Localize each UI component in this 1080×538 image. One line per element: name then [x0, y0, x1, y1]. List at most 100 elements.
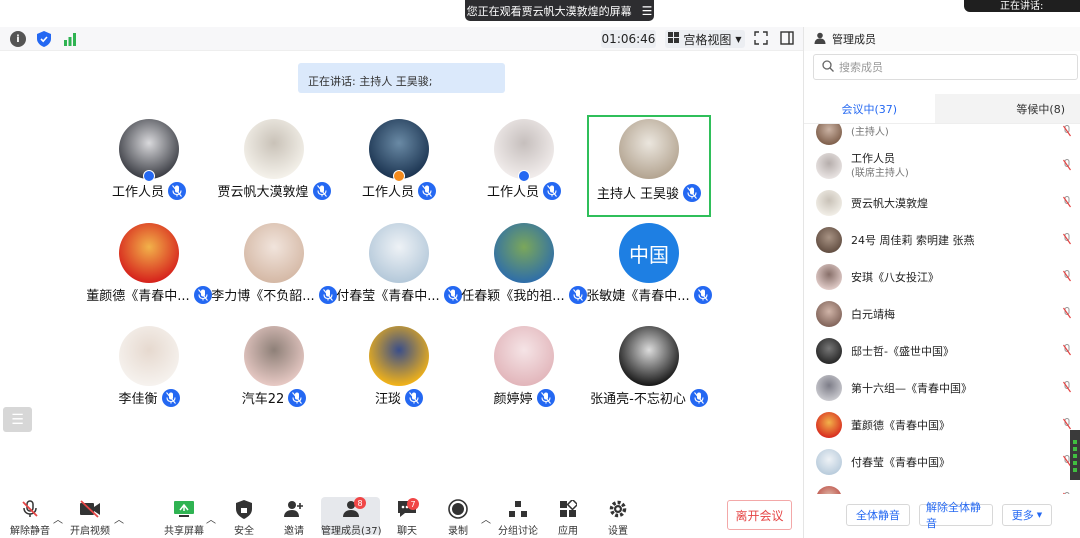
participant-tile[interactable]: 张通亮-不忘初心 [587, 322, 711, 424]
participant-name-row: 李力博《不负韶... [211, 285, 337, 304]
view-mode-button[interactable]: 宫格视图 ▼ [665, 30, 745, 48]
mic-muted-icon[interactable] [1063, 125, 1071, 140]
member-row[interactable]: 付春莹《青春中国》 [816, 447, 1071, 477]
member-info: 工作人员 (联席主持人) [851, 151, 909, 181]
leave-meeting-button[interactable]: 离开会议 [727, 500, 792, 530]
info-icon[interactable]: i [10, 31, 26, 47]
tab-in-meeting[interactable]: 会议中(37) [804, 94, 935, 123]
member-role: (联席主持人) [851, 168, 909, 179]
participant-tile[interactable]: 中国 张敏婕《青春中... [586, 219, 712, 321]
bottom-toolbar: 解除静音 ︿ 开启视频 ︿ 共享屏幕 ︿ 安全 邀请 8 管理成员(37) 7 … [0, 493, 803, 538]
mic-muted-icon[interactable] [1063, 344, 1071, 359]
mic-icon [568, 285, 587, 304]
start-video-button[interactable]: 开启视频 [60, 498, 120, 537]
participant-name-row: 汪琰 [337, 388, 461, 407]
members-tabs: 会议中(37) 等候中(8) [804, 94, 1080, 124]
signal-icon[interactable] [62, 31, 78, 47]
settings-button[interactable]: 设置 [588, 498, 648, 537]
member-row[interactable]: 第十六组—《青春中国》 [816, 373, 1071, 403]
participant-tile[interactable]: 颜婷婷 [462, 322, 586, 424]
unmute-label: 解除静音 [10, 526, 50, 537]
fullscreen-icon[interactable] [754, 31, 768, 48]
member-row[interactable]: 白元靖梅 [816, 299, 1071, 329]
invite-button[interactable]: 邀请 [264, 498, 324, 537]
unmute-all-button[interactable]: 解除全体静音 [919, 501, 993, 530]
avatar [494, 223, 554, 283]
member-row[interactable]: 董颜德《青春中国》 [816, 410, 1071, 440]
tab-waiting[interactable]: 等候中(8) [934, 94, 1080, 123]
participant-tile[interactable]: 工作人员 [337, 115, 461, 217]
search-icon [822, 59, 834, 75]
mic-muted-icon[interactable] [1063, 270, 1071, 285]
participant-tile[interactable]: 贾云帆大漠敦煌 [212, 115, 336, 217]
member-row[interactable]: 安琪《八女投江》 [816, 262, 1071, 292]
start-video-label: 开启视频 [70, 526, 110, 537]
member-name: 24号 周佳莉 索明建 张燕 [851, 233, 975, 247]
video-off-icon [60, 498, 120, 520]
menu-icon[interactable]: ☰ [642, 4, 653, 18]
mute-all-button[interactable]: 全体静音 [846, 504, 910, 526]
side-panel-icon[interactable] [780, 31, 794, 48]
participant-tile[interactable]: 工作人员 [462, 115, 586, 217]
mic-muted-icon[interactable] [1063, 233, 1071, 248]
participant-name: 主持人 王昊骏 [596, 187, 680, 202]
participant-name: 贾云帆大漠敦煌 [217, 185, 309, 200]
members-list: (主持人) 工作人员 (联席主持人) 贾云帆大漠敦煌 24号 周佳莉 索明建 张燕安琪《… [804, 124, 1080, 494]
record-button[interactable]: 录制 [428, 498, 488, 537]
active-speaker-badge: 正在讲话: 主持人 王昊骏; [298, 63, 505, 93]
member-role: (主持人) [851, 126, 889, 138]
member-row[interactable]: 邸士哲-《盛世中国》 [816, 336, 1071, 366]
gear-icon [588, 498, 648, 520]
shield-icon[interactable] [36, 31, 52, 47]
participant-tile[interactable]: 董颜德《青春中... [86, 219, 212, 321]
mic-muted-icon[interactable] [1063, 492, 1071, 494]
members-badge: 8 [354, 497, 366, 509]
share-screen-button[interactable]: 共享屏幕 [154, 498, 214, 537]
screen-share-banner[interactable]: 您正在观看贾云帆大漠敦煌的屏幕 ☰ [465, 0, 654, 21]
participant-tile[interactable]: 汽车22 [212, 322, 336, 424]
audio-level-meter [1070, 430, 1080, 480]
member-name: 白元靖梅 [851, 307, 895, 321]
manage-members-label: 管理成员(37) [321, 526, 382, 537]
participant-tile[interactable]: 李力博《不负韶... [211, 219, 337, 321]
participant-name-row: 任春颖《我的祖... [461, 285, 587, 304]
member-info: 白元靖梅 [851, 307, 895, 322]
participant-tile[interactable]: 工作人员 [87, 115, 211, 217]
mic-muted-icon[interactable] [1063, 381, 1071, 396]
record-label: 录制 [448, 526, 468, 537]
participant-tile[interactable]: 主持人 王昊骏 [587, 115, 711, 217]
participant-tile[interactable]: 李佳衡 [87, 322, 211, 424]
mic-muted-icon[interactable] [1063, 196, 1071, 211]
participant-name-row: 工作人员 [87, 181, 211, 200]
mic-muted-icon[interactable] [1063, 307, 1071, 322]
mic-icon [318, 285, 337, 304]
member-info: 第十六组—《青春中国》 [851, 381, 972, 396]
video-options-caret[interactable]: ︿ [114, 511, 124, 526]
more-button[interactable]: 更多 ▼ [1002, 504, 1052, 526]
member-info: 付春莹《青春中国》 [851, 455, 950, 470]
participant-tile[interactable]: 汪琰 [337, 322, 461, 424]
member-row[interactable] [816, 484, 1071, 494]
manage-members-button[interactable]: 8 管理成员(37) [321, 497, 382, 537]
members-panel-header: 管理成员 [804, 27, 1080, 51]
member-search-input[interactable]: 搜索成员 [813, 54, 1078, 80]
participant-tile[interactable]: 付春莹《青春中... [336, 219, 462, 321]
unmute-button[interactable]: 解除静音 [0, 498, 60, 537]
member-row[interactable]: (主持人) [816, 124, 1071, 147]
members-icon [321, 498, 380, 520]
avatar [369, 223, 429, 283]
participant-name-row: 主持人 王昊骏 [589, 183, 709, 202]
member-name: 第十六组—《青春中国》 [851, 381, 972, 395]
member-row[interactable]: 工作人员 (联席主持人) [816, 151, 1071, 181]
mic-muted-icon[interactable] [1063, 159, 1071, 174]
participant-tile[interactable]: 任春颖《我的祖... [461, 219, 587, 321]
avatar [369, 326, 429, 386]
member-row[interactable]: 24号 周佳莉 索明建 张燕 [816, 225, 1071, 255]
collapse-list-button[interactable]: ☰ [3, 407, 32, 432]
member-info: (主持人) [851, 125, 889, 140]
mic-icon [288, 388, 307, 407]
member-info: 24号 周佳莉 索明建 张燕 [851, 233, 975, 248]
mic-icon [193, 285, 212, 304]
mic-icon [161, 388, 180, 407]
member-row[interactable]: 贾云帆大漠敦煌 [816, 188, 1071, 218]
